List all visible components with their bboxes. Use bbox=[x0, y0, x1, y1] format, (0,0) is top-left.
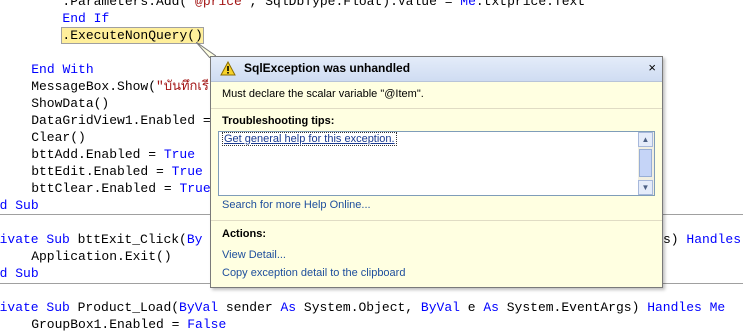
search-help-link[interactable]: Search for more Help Online... bbox=[222, 199, 371, 211]
view-detail-link[interactable]: View Detail... bbox=[222, 249, 286, 261]
code-line: Private Sub Product_Load(ByVal sender As… bbox=[0, 300, 726, 315]
code-line: DataGridView1.Enabled = bbox=[0, 113, 211, 128]
code-line-fragment: s) Handles bbox=[663, 232, 742, 247]
scroll-up-icon[interactable]: ▲ bbox=[638, 132, 653, 147]
scroll-down-icon[interactable]: ▼ bbox=[638, 180, 653, 195]
exception-header: SqlException was unhandled × bbox=[211, 57, 662, 82]
code-line: .ExecuteNonQuery() bbox=[0, 27, 204, 44]
code-line: bttEdit.Enabled = True bbox=[0, 164, 203, 179]
copy-detail-link[interactable]: Copy exception detail to the clipboard bbox=[222, 267, 405, 279]
exception-assistant: SqlException was unhandled × Must declar… bbox=[210, 56, 663, 288]
code-line: bttClear.Enabled = True bbox=[0, 181, 211, 196]
exception-highlight[interactable]: .ExecuteNonQuery() bbox=[61, 27, 204, 44]
code-line: GroupBox1.Enabled = False bbox=[0, 317, 227, 332]
actions-heading: Actions: bbox=[222, 228, 266, 240]
code-line: End Sub bbox=[0, 198, 39, 213]
troubleshooting-heading: Troubleshooting tips: bbox=[222, 115, 335, 127]
warning-icon bbox=[220, 61, 236, 76]
divider bbox=[211, 220, 662, 221]
troubleshooting-list[interactable]: Get general help for this exception. ▲ ▼ bbox=[218, 131, 655, 196]
code-line: MessageBox.Show("บันทึกเรีย bbox=[0, 79, 217, 94]
code-line: Application.Exit() bbox=[0, 249, 172, 264]
exception-message: Must declare the scalar variable "@Item"… bbox=[222, 88, 424, 100]
general-help-link[interactable]: Get general help for this exception. bbox=[222, 132, 397, 146]
code-line: Clear() bbox=[0, 130, 86, 145]
code-line: Private Sub bttExit_Click(By bbox=[0, 232, 203, 247]
code-line: End If bbox=[62, 11, 110, 26]
code-line: ShowData() bbox=[0, 96, 110, 111]
code-line: End With bbox=[31, 62, 94, 77]
code-line: bttAdd.Enabled = True bbox=[0, 147, 196, 162]
vertical-scrollbar[interactable]: ▲ ▼ bbox=[638, 132, 654, 195]
code-line: .Parameters.Add("@price", SqlDbType.Floa… bbox=[0, 0, 586, 9]
close-icon[interactable]: × bbox=[648, 60, 656, 75]
exception-title: SqlException was unhandled bbox=[244, 61, 411, 75]
code-line: End Sub bbox=[0, 266, 39, 281]
scroll-thumb[interactable] bbox=[639, 149, 652, 177]
divider bbox=[211, 108, 662, 109]
